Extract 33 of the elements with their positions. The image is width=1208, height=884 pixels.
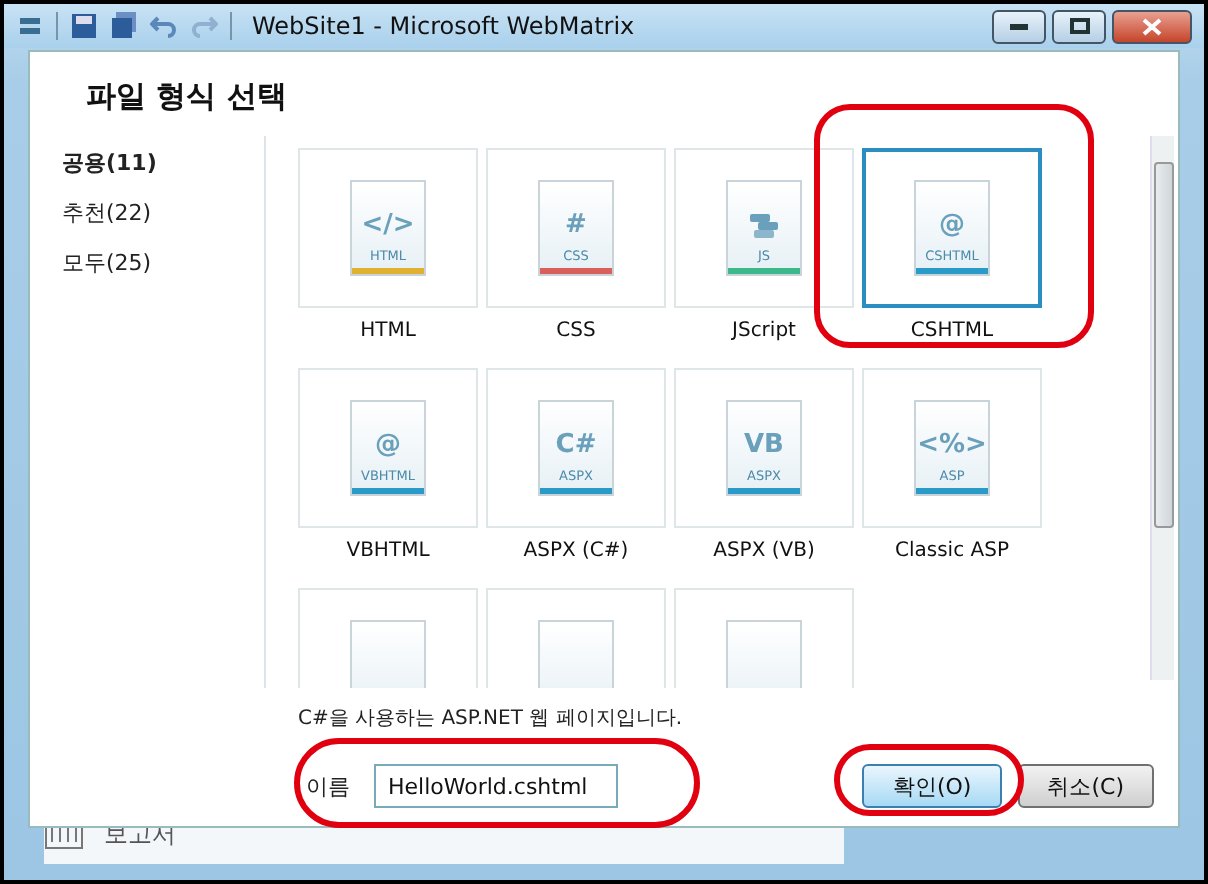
- app-icon[interactable]: [16, 12, 44, 40]
- name-field[interactable]: HelloWorld.cshtml: [374, 764, 618, 808]
- minimize-button[interactable]: [992, 9, 1046, 43]
- save-icon[interactable]: [70, 12, 98, 40]
- file-icon: [350, 620, 426, 688]
- category-item[interactable]: 공용(11): [62, 144, 157, 182]
- scrollbar[interactable]: [1150, 136, 1174, 680]
- undo-icon[interactable]: [150, 12, 178, 40]
- file-type-label: CSS: [556, 320, 596, 346]
- dialog-title: 파일 형식 선택: [86, 76, 289, 116]
- file-type-label: ASPX (C#): [523, 540, 629, 566]
- window-title: WebSite1 - Microsoft WebMatrix: [252, 12, 635, 40]
- name-label: 이름: [306, 771, 350, 801]
- file-type-label: HTML: [360, 320, 416, 346]
- file-type-label: ASPX (VB): [713, 540, 815, 566]
- file-icon: [726, 620, 802, 688]
- category-item[interactable]: 추천(22): [62, 194, 152, 232]
- stacked-blocks-icon: [748, 212, 780, 240]
- close-icon: [1142, 17, 1162, 35]
- close-button[interactable]: [1112, 9, 1192, 43]
- cancel-button[interactable]: 취소(C): [1017, 764, 1154, 808]
- file-icon: [538, 620, 614, 688]
- file-type-label: CSHTML: [910, 320, 994, 346]
- minimize-icon: [1010, 23, 1028, 29]
- file-type-label: Classic ASP: [895, 540, 1009, 566]
- category-item[interactable]: 모두(25): [62, 244, 152, 282]
- ok-button[interactable]: 확인(O): [862, 764, 1002, 808]
- file-type-label: JScript: [732, 320, 796, 346]
- file-type-label: VBHTML: [346, 540, 430, 566]
- save-all-icon[interactable]: [110, 12, 138, 40]
- maximize-icon: [1069, 18, 1089, 34]
- maximize-button[interactable]: [1052, 9, 1106, 43]
- description-text: C#을 사용하는 ASP.NET 웹 페이지입니다.: [298, 706, 685, 734]
